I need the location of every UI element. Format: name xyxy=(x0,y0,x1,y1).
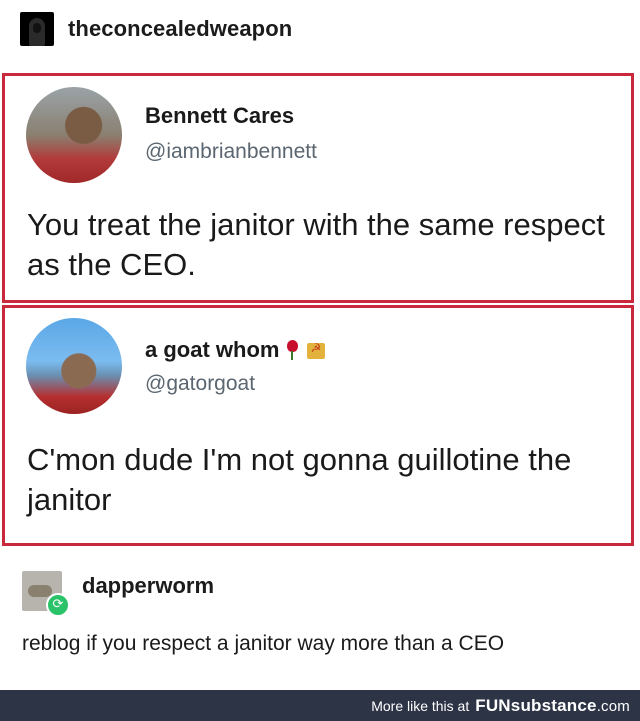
rose-icon xyxy=(285,340,299,360)
footer-bar: More like this at FUNsubstance.com xyxy=(0,690,640,721)
tweet-author-name[interactable]: Bennett Cares xyxy=(145,103,294,129)
footer-text: More like this at xyxy=(371,697,470,714)
avatar[interactable]: ⟳ xyxy=(22,571,70,617)
reblog-icon: ⟳ xyxy=(46,593,70,617)
hammer-sickle-icon xyxy=(307,341,326,359)
worm-icon xyxy=(28,585,52,597)
brand-substance: substance xyxy=(510,695,597,715)
avatar[interactable] xyxy=(20,12,54,46)
tweet-card-2: a goat whom @gatorgoat C'mon dude I'm no… xyxy=(2,305,634,546)
tweet-author-name[interactable]: a goat whom xyxy=(145,337,279,362)
brand-tld: .com xyxy=(596,697,630,715)
reblog-header: ⟳ dapperworm xyxy=(22,571,214,617)
tweet-text: You treat the janitor with the same resp… xyxy=(27,207,605,282)
username-link[interactable]: dapperworm xyxy=(82,573,214,599)
tweet-text: C'mon dude I'm not gonna guillotine the … xyxy=(27,442,572,517)
top-post-header: theconcealedweapon xyxy=(20,10,292,48)
tweet-author-handle[interactable]: @gatorgoat xyxy=(145,372,255,396)
avatar[interactable] xyxy=(26,87,122,183)
tweet-card-1: Bennett Cares @iambrianbennett You treat… xyxy=(2,73,634,303)
tweet-author-name-row: a goat whom xyxy=(145,337,326,363)
username-link[interactable]: theconcealedweapon xyxy=(68,16,292,42)
avatar[interactable] xyxy=(26,318,122,414)
face-shadow xyxy=(33,23,41,33)
funsubstance-link[interactable]: FUNsubstance.com xyxy=(475,696,630,716)
reblog-comment: reblog if you respect a janitor way more… xyxy=(22,632,505,655)
tweet-author-handle[interactable]: @iambrianbennett xyxy=(145,140,317,164)
brand-fun: FUN xyxy=(475,695,511,715)
